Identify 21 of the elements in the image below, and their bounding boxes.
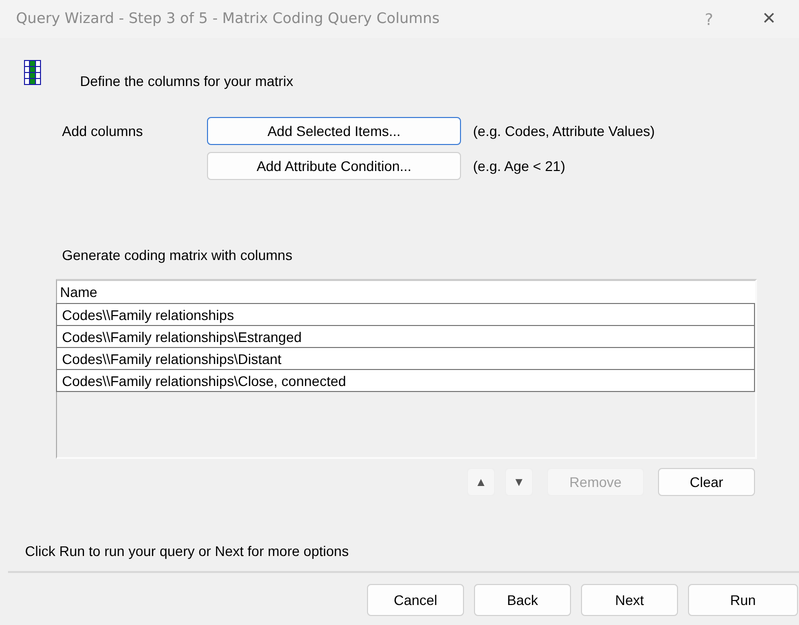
matrix-icon [24,60,41,85]
list-label: Generate coding matrix with columns [61,247,294,263]
table-row[interactable]: Codes\\Family relationships [56,303,755,326]
close-button[interactable]: ✕ [749,4,789,34]
footer-button[interactable]: Run [688,584,798,616]
hint-text: (e.g. Age < 21) [473,158,566,174]
footer-button[interactable]: Back [474,584,571,616]
add-columns-label: Add columns [62,123,144,141]
footer-button[interactable]: Cancel [367,584,464,616]
window-title: Query Wizard - Step 3 of 5 - Matrix Coding Query Columns [16,11,441,27]
table-row[interactable]: Codes\\Family relationships\Distant [56,348,755,370]
clear-button[interactable]: Clear [658,468,755,496]
heading-text: Define the columns for your matrix [80,73,294,89]
add-button[interactable]: Add Selected Items... [207,117,461,145]
table-row[interactable]: Codes\\Family relationships\Estranged [56,326,755,348]
add-button[interactable]: Add Attribute Condition... [207,152,461,180]
column-header[interactable]: Name [57,284,98,300]
status-text: Click Run to run your query or Next for more options [24,543,350,559]
hint-text: (e.g. Codes, Attribute Values) [473,123,655,139]
footer-button[interactable]: Next [581,584,678,616]
table-row[interactable]: Codes\\Family relationships\Close, connected [56,370,755,392]
